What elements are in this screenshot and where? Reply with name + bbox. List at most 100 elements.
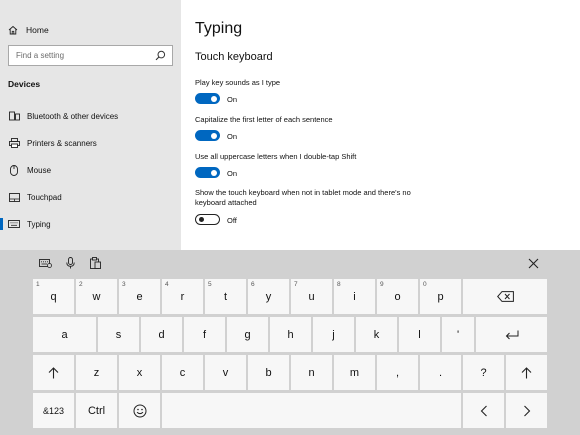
key-label: h bbox=[287, 328, 294, 341]
key-v[interactable]: v bbox=[205, 355, 246, 390]
setting-label-capitalize: Capitalize the first letter of each sent… bbox=[195, 115, 333, 124]
key-hint: 0 bbox=[423, 281, 427, 288]
page-title: Typing bbox=[195, 20, 243, 37]
key-i[interactable]: 8i bbox=[334, 279, 375, 314]
nav-home[interactable]: Home bbox=[8, 22, 49, 38]
sidebar-item-label: Printers & scanners bbox=[27, 138, 97, 148]
enter-key[interactable] bbox=[476, 317, 547, 352]
key-p[interactable]: 0p bbox=[420, 279, 461, 314]
key-x[interactable]: x bbox=[119, 355, 160, 390]
key-r[interactable]: 4r bbox=[162, 279, 203, 314]
key-label: g bbox=[244, 328, 251, 341]
left-arrow-key[interactable] bbox=[463, 393, 504, 428]
keyboard-settings-icon[interactable] bbox=[37, 256, 53, 270]
key-y[interactable]: 6y bbox=[248, 279, 289, 314]
sidebar-item-typing[interactable]: Typing bbox=[0, 213, 181, 235]
key-label: a bbox=[61, 328, 68, 341]
key-period[interactable]: . bbox=[420, 355, 461, 390]
key-label: , bbox=[395, 366, 400, 379]
keyboard-icon bbox=[1, 220, 27, 228]
symbols-key[interactable]: &123 bbox=[33, 393, 74, 428]
key-s[interactable]: s bbox=[98, 317, 139, 352]
key-z[interactable]: z bbox=[76, 355, 117, 390]
right-arrow-key[interactable] bbox=[506, 393, 547, 428]
clipboard-icon[interactable] bbox=[87, 256, 103, 270]
key-label: ' bbox=[456, 328, 460, 341]
section-label-devices: Devices bbox=[8, 79, 41, 89]
key-question[interactable]: ? bbox=[463, 355, 504, 390]
key-label: Ctrl bbox=[87, 404, 106, 417]
chevron-left-icon bbox=[480, 405, 487, 416]
sidebar-item-mouse[interactable]: Mouse bbox=[0, 159, 181, 181]
key-hint: 5 bbox=[208, 281, 212, 288]
home-icon bbox=[8, 25, 18, 35]
space-key[interactable] bbox=[162, 393, 461, 428]
search-input[interactable]: Find a setting bbox=[8, 45, 173, 66]
key-g[interactable]: g bbox=[227, 317, 268, 352]
key-e[interactable]: 3e bbox=[119, 279, 160, 314]
search-icon[interactable] bbox=[155, 50, 166, 61]
key-l[interactable]: l bbox=[399, 317, 440, 352]
toggle-state-label: On bbox=[227, 95, 238, 104]
key-label: y bbox=[265, 290, 272, 303]
sidebar-item-label: Typing bbox=[27, 219, 51, 229]
capitalize-toggle[interactable] bbox=[195, 130, 220, 141]
sidebar-item-printers[interactable]: Printers & scanners bbox=[0, 132, 181, 154]
search-placeholder: Find a setting bbox=[16, 51, 65, 60]
key-label: l bbox=[418, 328, 421, 341]
sidebar-item-bluetooth[interactable]: Bluetooth & other devices bbox=[0, 105, 181, 127]
key-u[interactable]: 7u bbox=[291, 279, 332, 314]
key-h[interactable]: h bbox=[270, 317, 311, 352]
key-hint: 4 bbox=[165, 281, 169, 288]
key-sounds-toggle[interactable] bbox=[195, 93, 220, 104]
key-d[interactable]: d bbox=[141, 317, 182, 352]
show-keyboard-toggle[interactable] bbox=[195, 214, 220, 225]
key-w[interactable]: 2w bbox=[76, 279, 117, 314]
key-label: b bbox=[265, 366, 272, 379]
setting-label-uppercase: Use all uppercase letters when I double-… bbox=[195, 152, 357, 161]
close-icon[interactable] bbox=[525, 256, 541, 270]
settings-sidebar: Home Find a setting Devices Bluetooth & … bbox=[0, 0, 181, 250]
sidebar-item-touchpad[interactable]: Touchpad bbox=[0, 186, 181, 208]
emoji-key[interactable] bbox=[119, 393, 160, 428]
key-k[interactable]: k bbox=[356, 317, 397, 352]
key-j[interactable]: j bbox=[313, 317, 354, 352]
uppercase-toggle[interactable] bbox=[195, 167, 220, 178]
key-hint: 6 bbox=[251, 281, 255, 288]
key-label: r bbox=[180, 290, 185, 303]
settings-main: Typing Touch keyboard Play key sounds as… bbox=[181, 0, 580, 250]
toggle-state-label: On bbox=[227, 132, 238, 141]
key-q[interactable]: 1q bbox=[33, 279, 74, 314]
key-c[interactable]: c bbox=[162, 355, 203, 390]
key-b[interactable]: b bbox=[248, 355, 289, 390]
key-f[interactable]: f bbox=[184, 317, 225, 352]
key-label: n bbox=[308, 366, 315, 379]
shift-key-left[interactable] bbox=[33, 355, 74, 390]
key-label: i bbox=[353, 290, 356, 303]
key-label: v bbox=[222, 366, 229, 379]
key-label: j bbox=[332, 328, 335, 341]
key-m[interactable]: m bbox=[334, 355, 375, 390]
key-n[interactable]: n bbox=[291, 355, 332, 390]
key-label: t bbox=[223, 290, 228, 303]
key-apostrophe[interactable]: ' bbox=[442, 317, 474, 352]
enter-icon bbox=[505, 330, 518, 339]
setting-label-key-sounds: Play key sounds as I type bbox=[195, 78, 281, 87]
key-t[interactable]: 5t bbox=[205, 279, 246, 314]
microphone-icon[interactable] bbox=[62, 256, 78, 270]
sidebar-item-label: Touchpad bbox=[27, 192, 62, 202]
touchpad-icon bbox=[1, 192, 27, 202]
key-hint: 3 bbox=[122, 281, 126, 288]
shift-key-right[interactable] bbox=[506, 355, 547, 390]
key-a[interactable]: a bbox=[33, 317, 96, 352]
emoji-icon bbox=[133, 404, 146, 417]
key-hint: 2 bbox=[79, 281, 83, 288]
key-hint: 8 bbox=[337, 281, 341, 288]
toggle-state-label: On bbox=[227, 169, 238, 178]
key-comma[interactable]: , bbox=[377, 355, 418, 390]
toggle-state-label: Off bbox=[227, 216, 237, 225]
ctrl-key[interactable]: Ctrl bbox=[76, 393, 117, 428]
backspace-key[interactable] bbox=[463, 279, 547, 314]
key-o[interactable]: 9o bbox=[377, 279, 418, 314]
touch-keyboard: 1q 2w 3e 4r 5t 6y 7u 8i 9o 0p a s d f g … bbox=[0, 250, 580, 435]
